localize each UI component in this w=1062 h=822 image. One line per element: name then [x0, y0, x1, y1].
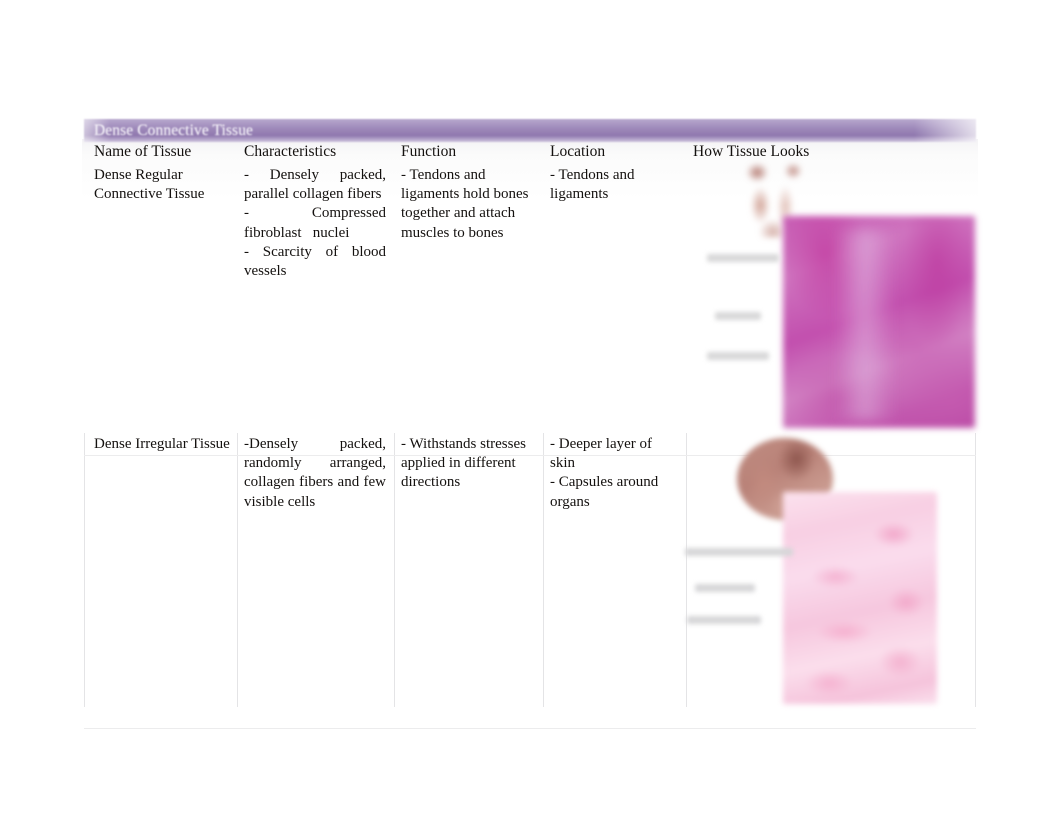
table-header-row: Name of Tissue Characteristics Function …: [84, 142, 976, 164]
column-header-function: Function: [401, 143, 457, 160]
cell-text-characteristics: -Densely packed, randomly arranged, coll…: [244, 436, 390, 510]
cell-function: - Withstands stresses applied in differe…: [401, 433, 541, 707]
cell-how-tissue-looks: [693, 433, 976, 707]
table-row: Dense Regular Connective Tissue - Densel…: [84, 164, 976, 433]
column-header-characteristics: Characteristics: [244, 143, 337, 160]
cell-text-location: - Tendons and ligaments: [550, 167, 639, 203]
table-title-banner: Dense Connective Tissue: [84, 119, 976, 142]
cell-function: - Tendons and ligaments hold bones toget…: [401, 164, 541, 433]
cell-name-of-tissue: Dense Regular Connective Tissue: [94, 164, 236, 433]
cell-characteristics: -Densely packed, randomly arranged, coll…: [244, 433, 392, 707]
cell-text-function: - Tendons and ligaments hold bones toget…: [401, 167, 533, 241]
table-title: Dense Connective Tissue: [94, 122, 254, 139]
cell-how-tissue-looks: [693, 164, 976, 433]
table-grid: Name of Tissue Characteristics Function …: [84, 142, 976, 729]
table-bottom-border: [84, 728, 976, 729]
cell-text-name: Dense Regular Connective Tissue: [94, 167, 205, 203]
cell-location: - Deeper layer of skin - Capsules around…: [550, 433, 684, 707]
cell-name-of-tissue: Dense Irregular Tissue: [94, 433, 236, 707]
cell-characteristics: - Densely packed, parallel collagen fibe…: [244, 164, 392, 433]
cell-location: - Tendons and ligaments: [550, 164, 684, 433]
column-header-how-tissue-looks: How Tissue Looks: [693, 143, 810, 160]
table-row: Dense Irregular Tissue -Densely packed, …: [84, 433, 976, 707]
dense-connective-tissue-table: Dense Connective Tissue Name of Tissue C…: [82, 119, 978, 729]
row-divider: [84, 455, 976, 456]
cell-text-name: Dense Irregular Tissue: [94, 436, 230, 452]
cell-text-characteristics: - Densely packed, parallel collagen fibe…: [244, 167, 386, 280]
column-header-name-of-tissue: Name of Tissue: [94, 143, 192, 160]
cell-text-location: - Deeper layer of skin - Capsules around…: [550, 436, 659, 510]
cell-text-function: - Withstands stresses applied in differe…: [401, 436, 530, 491]
column-header-location: Location: [550, 143, 606, 160]
